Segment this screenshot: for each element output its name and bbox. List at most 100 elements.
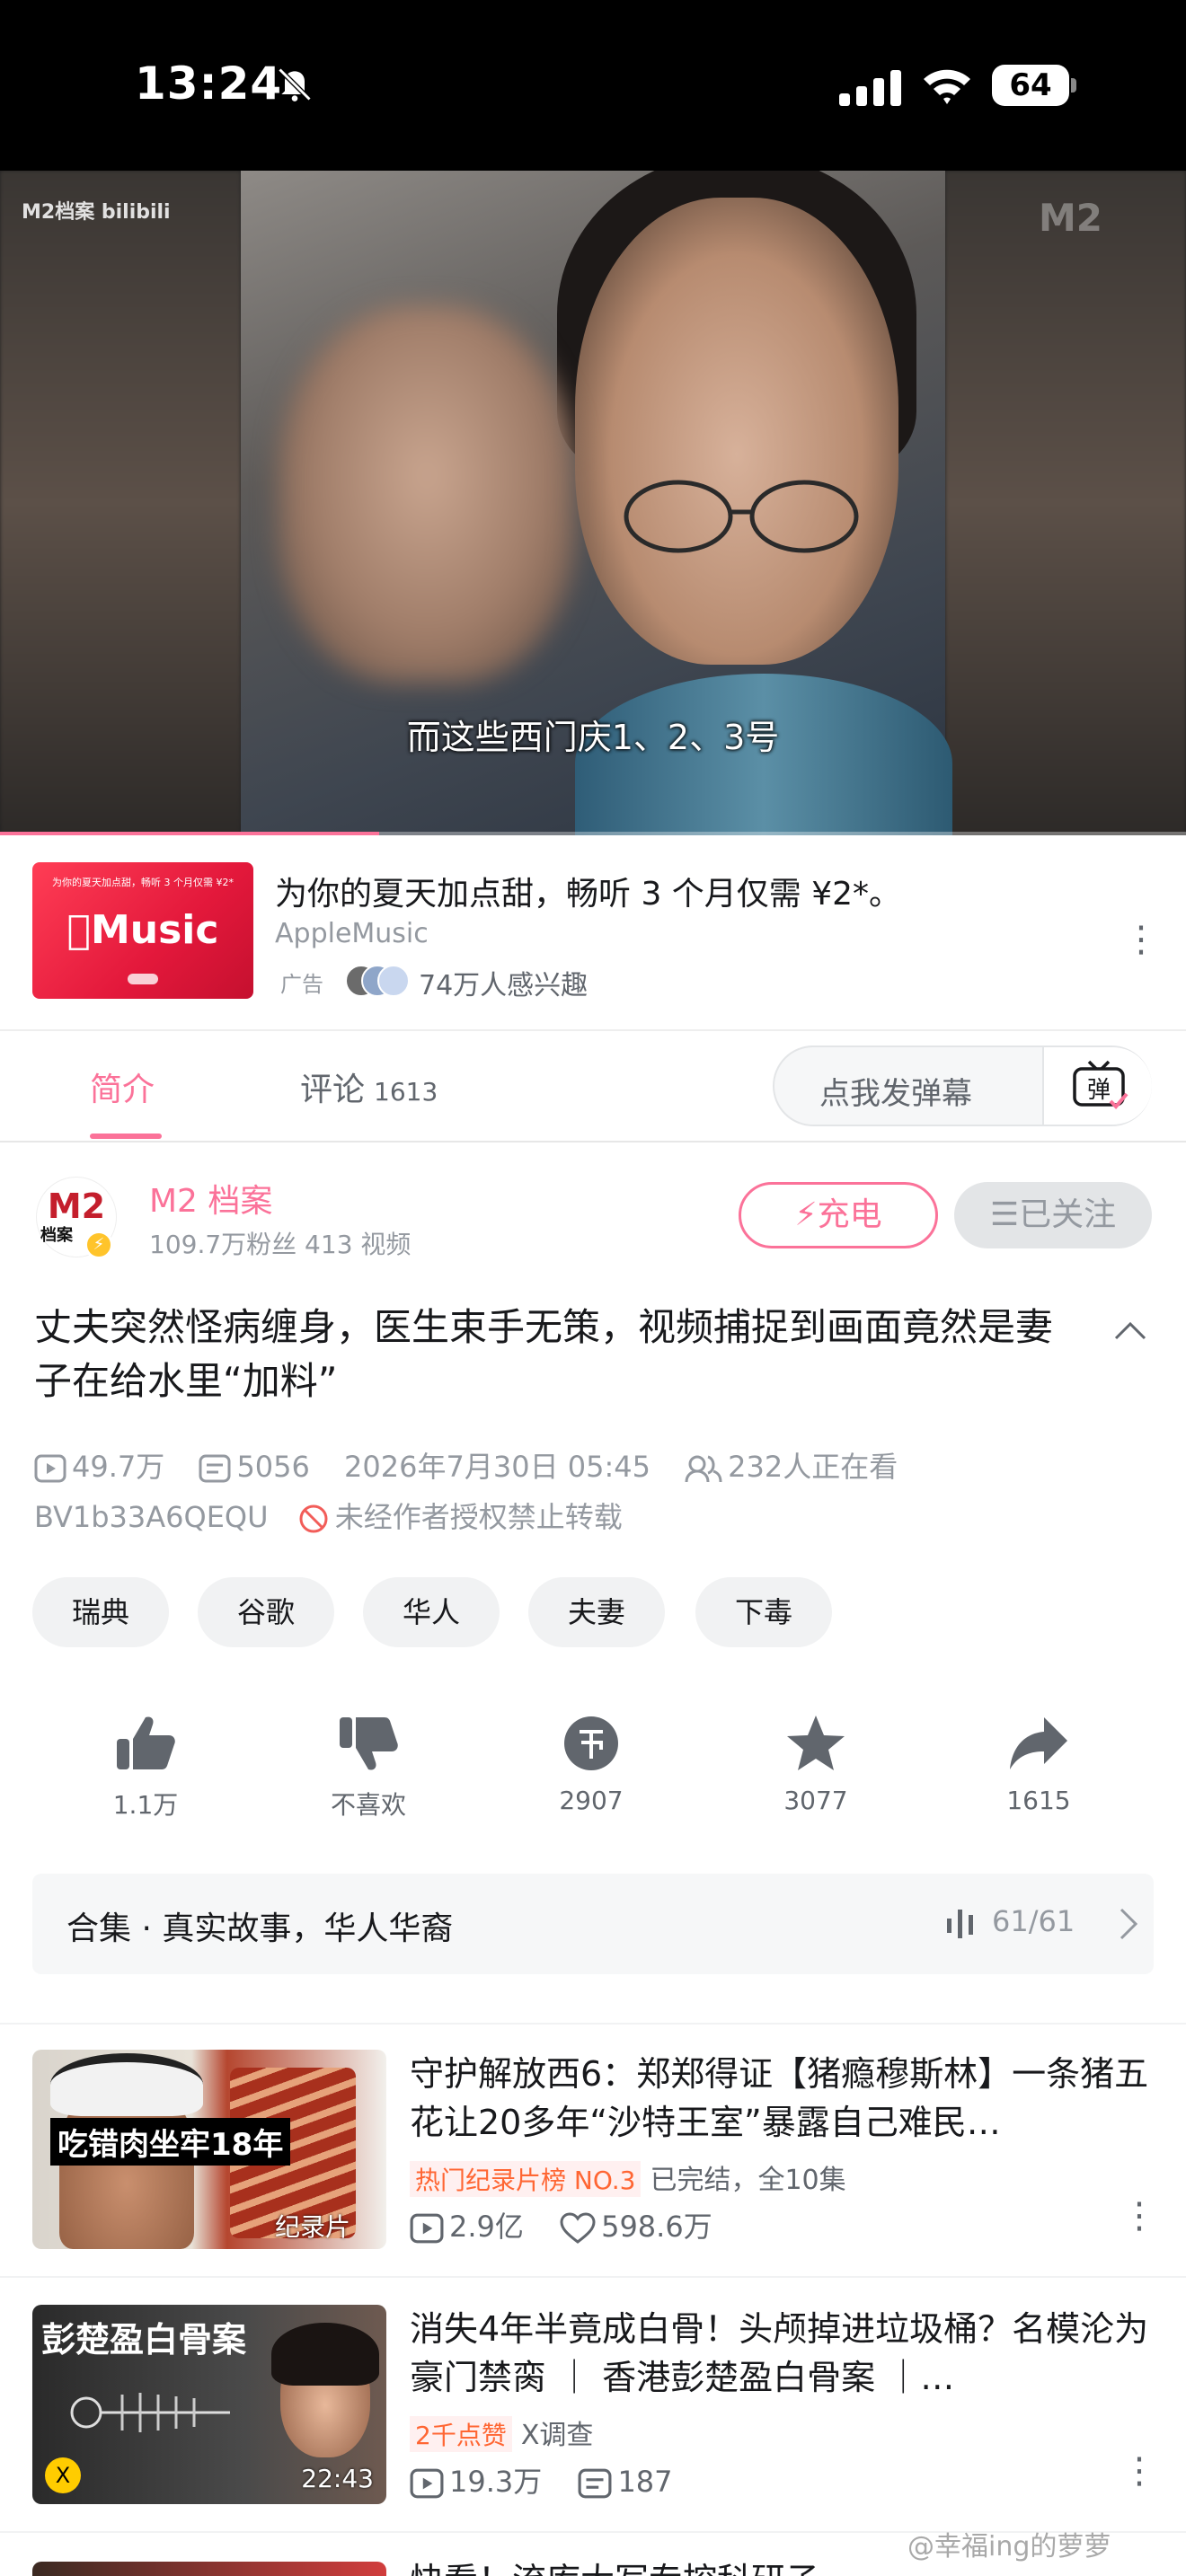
bell-muted-icon [278,67,312,101]
play-count-icon [410,2213,444,2244]
x-channel-icon: X [45,2457,81,2493]
danmaku-count: 5056 [236,1450,310,1484]
charge-button[interactable]: ⚡充电 [739,1182,938,1248]
play-count-icon [34,1454,66,1483]
related-video-title-partial[interactable]: 快看！流库大写专控科研子 [410,2553,819,2576]
heart-icon [560,2212,596,2244]
ad-label: 广告 [280,972,323,997]
uploader-name[interactable]: M2 档案 [149,1175,272,1222]
tag-item[interactable]: 谷歌 [198,1577,334,1647]
related-video-title[interactable]: 守护解放西6：郑郑得证【猪瘾穆斯林】一条猪五花让20多年“沙特王室”暴露自己难民… [410,2050,1155,2147]
like-button[interactable]: 1.1万 [74,1714,217,1822]
watching-count: 232人正在看 [728,1450,898,1484]
thumbs-down-icon [340,1717,398,1770]
publish-date: 2026年7月30日 05:45 [344,1450,651,1484]
action-bar: 1.1万 不喜欢 2907 3077 1615 [0,1714,1186,1839]
ranking-badge: 热门纪录片榜 NO.3 [410,2161,642,2197]
skeleton-illustration [70,2393,230,2432]
glasses-shape [624,480,859,553]
video-watermark-right: M2 [1039,196,1103,240]
related-video-thumbnail[interactable]: 吃错肉坐牢18年 纪录片 [32,2050,386,2249]
video-progress-bar[interactable] [0,832,1186,835]
danmaku-count-icon [578,2468,612,2499]
watching-icon [685,1455,722,1483]
tab-comments-count: 1613 [374,1077,438,1107]
tag-item[interactable]: 夫妻 [528,1577,665,1647]
status-time: 13:24 [135,57,283,110]
related-video-title[interactable]: 消失4年半竟成白骨！头颅掉进垃圾桶？名模沦为豪门禁脔 ｜ 香港彭楚盈白骨案 ｜… [410,2305,1155,2402]
video-watermark-left: M2档案 bilibili [22,201,171,224]
follow-button[interactable]: ☰已关注 [954,1182,1152,1248]
tag-item[interactable]: 下毒 [695,1577,832,1647]
star-icon [787,1716,845,1770]
dislike-button[interactable]: 不喜欢 [296,1714,440,1822]
video-player[interactable]: M2档案 bilibili M2 而这些西门庆1、2、3号 [0,171,1186,835]
ad-thumb-caption: 为你的夏天加点甜，畅听 3 个月仅需 ¥2* [52,877,234,888]
video-meta: 49.7万 5056 2026年7月30日 05:45 232人正在看 [34,1444,898,1486]
battery-indicator: 64 [992,65,1076,106]
no-repost-icon [299,1504,328,1533]
bv-id[interactable]: BV1b33A6QEQU [34,1500,269,1534]
tag-item[interactable]: 华人 [363,1577,500,1647]
apple-icon:  [67,907,91,953]
danmaku-input[interactable]: 点我发弹幕 [819,1069,972,1113]
video-subtitle: 而这些西门庆1、2、3号 [406,718,780,757]
coin-icon [564,1716,618,1770]
ad-thumbnail[interactable]: 为你的夏天加点甜，畅听 3 个月仅需 ¥2* Music [32,862,253,999]
video-title: 丈夫突然怪病缠身，医生束手无策，视频捕捉到画面竟然是妻子在给水里“加料” [34,1305,1054,1403]
related-video-badge-line: 2千点赞 X调查 [410,2413,593,2452]
video-meta-secondary: BV1b33A6QEQU 未经作者授权禁止转载 [34,1495,623,1536]
related-video-item[interactable]: 吃错肉坐牢18年 纪录片 守护解放西6：郑郑得证【猪瘾穆斯林】一条猪五花让20多… [0,2050,1186,2283]
video-progress-fill [0,832,380,835]
related-video-item[interactable]: 彭楚盈白骨案 X 22:43 消失4年半竟成白骨！头颅掉进垃圾桶？名模沦为豪门禁… [0,2305,1186,2538]
apple-music-logo: Music [32,907,253,953]
more-options-icon[interactable]: ⋮ [1121,2195,1157,2240]
danmaku-tv-icon: 弹 [1073,1060,1128,1109]
related-video-thumbnail-partial[interactable] [32,2562,386,2576]
ad-title[interactable]: 为你的夏天加点甜，畅听 3 个月仅需 ¥2*。 [275,868,901,914]
thumb-label: 纪录片 [275,2212,351,2242]
chevron-up-icon[interactable] [1111,1311,1150,1351]
play-count-icon [410,2468,444,2499]
thumbs-up-icon [117,1716,175,1769]
ad-more-icon[interactable]: ⋮ [1123,913,1159,966]
wifi-icon [924,69,970,104]
playlist-bars-icon [947,1910,973,1938]
lightning-badge-icon: ⚡ [84,1231,113,1259]
tab-comments[interactable]: 评论 1613 [300,1063,438,1110]
battery-level: 64 [992,65,1069,106]
tab-intro[interactable]: 简介 [90,1063,155,1110]
svg-text:弹: 弹 [1087,1077,1111,1104]
ad-brand: AppleMusic [275,918,429,949]
likes-badge: 2千点赞 [410,2416,512,2452]
share-button[interactable]: 1615 [967,1714,1111,1815]
detail-tabs: 简介 评论 1613 点我发弹幕 弹 [0,1031,1186,1142]
favorite-button[interactable]: 3077 [744,1714,888,1815]
related-video-thumbnail[interactable]: 彭楚盈白骨案 X 22:43 [32,2305,386,2504]
ad-banner[interactable]: 为你的夏天加点甜，畅听 3 个月仅需 ¥2* Music 为你的夏天加点甜，畅… [0,841,1186,1031]
screenshot-watermark: @幸福ing的萝萝 [907,2531,1111,2563]
more-options-icon[interactable]: ⋮ [1121,2450,1157,2495]
danmaku-toggle-button[interactable]: 弹 [1042,1047,1152,1125]
danmaku-bar: 点我发弹幕 弹 [773,1045,1152,1126]
copyright-notice: 未经作者授权禁止转载 [334,1500,623,1534]
video-person-left-blurred [279,305,575,683]
collection-bar[interactable]: 合集 · 真实故事，华人华裔 61/61 [32,1874,1154,1974]
coin-button[interactable]: 2907 [519,1714,663,1815]
thumb-caption: 吃错肉坐牢18年 [50,2118,291,2166]
collection-title: 合集 · 真实故事，华人华裔 [66,1910,454,1947]
collection-count: 61/61 [992,1904,1075,1938]
ad-interest-count: 74万人感兴趣 [419,970,589,1001]
view-count: 49.7万 [72,1450,165,1484]
video-person-right [575,198,898,665]
danmaku-count-icon [199,1454,231,1483]
related-video-stats: 2.9亿 598.6万 [410,2204,712,2245]
related-video-badge-line: 热门纪录片榜 NO.3 已完结，全10集 [410,2157,846,2197]
menu-icon: ☰ [989,1196,1020,1233]
uploader-stats: 109.7万粉丝 413 视频 [149,1230,412,1259]
thumb-caption: 彭楚盈白骨案 [41,2320,247,2360]
tab-active-indicator [90,1134,162,1139]
tag-item[interactable]: 瑞典 [32,1577,169,1647]
chevron-right-icon [1120,1908,1138,1940]
video-duration: 22:43 [301,2464,374,2493]
